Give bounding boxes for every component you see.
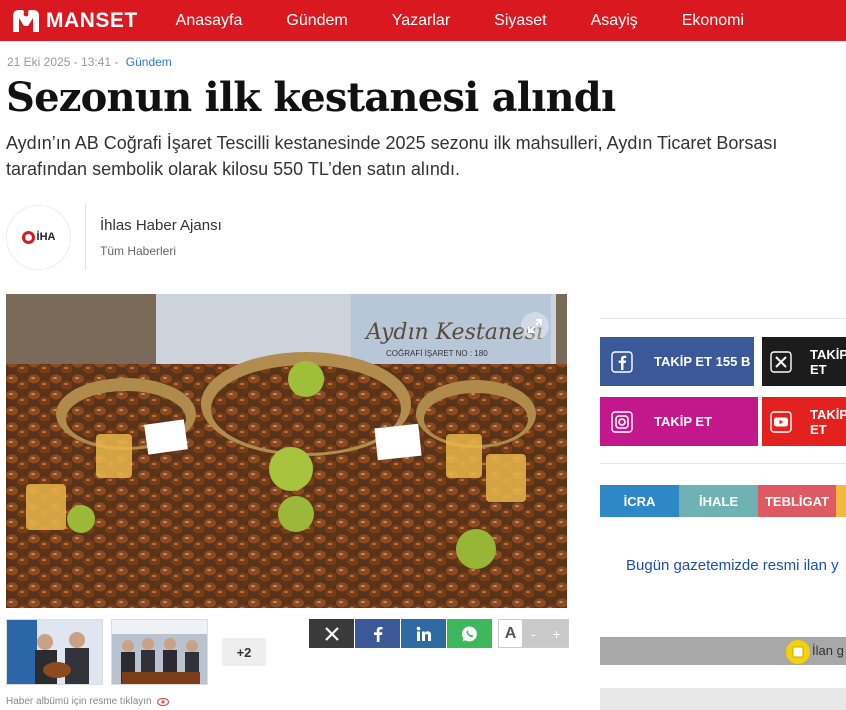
album-hint: Haber albümü için resme tıklayın bbox=[6, 696, 169, 707]
youtube-follow-label: TAKİP ET bbox=[810, 406, 846, 437]
share-bar bbox=[309, 619, 493, 648]
article-title: Sezonun ilk kestanesi alındı bbox=[6, 74, 616, 121]
album-hint-text: Haber albümü için resme tıklayın bbox=[6, 696, 152, 707]
gallery-thumb-image bbox=[112, 620, 207, 684]
facebook-icon bbox=[373, 626, 382, 642]
resmi-ilan-link[interactable]: Bugün gazetemizde resmi ilan y bbox=[626, 557, 839, 574]
font-decrease-button[interactable]: - bbox=[522, 620, 545, 647]
logo-icon bbox=[13, 9, 39, 32]
nav-asayis[interactable]: Asayiş bbox=[591, 12, 638, 30]
font-increase-button[interactable]: + bbox=[545, 620, 568, 647]
tab-icra[interactable]: İCRA bbox=[600, 485, 679, 517]
instagram-follow-button[interactable]: TAKİP ET bbox=[600, 397, 758, 446]
site-logo[interactable]: MANSET bbox=[0, 0, 138, 41]
meta-separator: - bbox=[114, 55, 119, 69]
share-whatsapp-button[interactable] bbox=[447, 619, 492, 648]
more-photos-button[interactable]: +2 bbox=[222, 638, 266, 666]
top-navbar: MANSET Anasayfa Gündem Yazarlar Siyaset … bbox=[0, 0, 846, 41]
sidebar-box bbox=[600, 688, 846, 710]
iha-ring-icon bbox=[21, 230, 35, 244]
youtube-follow-button[interactable]: TAKİP ET bbox=[762, 397, 846, 446]
share-linkedin-button[interactable] bbox=[401, 619, 446, 648]
tab-partial[interactable] bbox=[836, 485, 846, 517]
ilan-badge-icon bbox=[786, 640, 810, 664]
x-icon bbox=[770, 348, 792, 376]
expand-icon bbox=[528, 319, 542, 333]
chestnut-photo: Aydın Kestanesi COĞRAFİ İŞARET NO : 180 bbox=[6, 294, 567, 608]
eye-icon bbox=[156, 697, 169, 706]
main-article-image[interactable]: Aydın Kestanesi COĞRAFİ İŞARET NO : 180 bbox=[6, 294, 567, 608]
nav-gundem[interactable]: Gündem bbox=[286, 12, 347, 30]
share-x-button[interactable] bbox=[309, 619, 354, 648]
gallery-thumb-image bbox=[7, 620, 102, 684]
author-box: İHA İhlas Haber Ajansı Tüm Haberleri bbox=[6, 204, 222, 270]
facebook-icon bbox=[608, 348, 636, 376]
ilan-bar-text: İlan g bbox=[812, 643, 844, 658]
logo-text: MANSET bbox=[46, 8, 138, 32]
tab-ihale[interactable]: İHALE bbox=[679, 485, 758, 517]
gallery-thumb-2[interactable] bbox=[111, 619, 208, 685]
iha-logo: İHA bbox=[21, 230, 56, 244]
x-follow-label: TAKİP ET bbox=[810, 346, 846, 377]
tab-tebligat[interactable]: TEBLİGAT bbox=[758, 485, 836, 517]
article-meta: 21 Eki 2025 - 13:41 - Gündem bbox=[7, 55, 172, 69]
author-name[interactable]: İhlas Haber Ajansı bbox=[100, 217, 222, 234]
sidebar-divider bbox=[600, 318, 846, 319]
instagram-follow-label: TAKİP ET bbox=[654, 414, 713, 429]
iha-logo-text: İHA bbox=[36, 231, 56, 243]
linkedin-icon bbox=[416, 626, 431, 641]
author-divider bbox=[85, 204, 86, 270]
author-info: İhlas Haber Ajansı Tüm Haberleri bbox=[100, 217, 222, 258]
instagram-icon bbox=[608, 408, 636, 436]
article-date: 21 Eki 2025 - 13:41 bbox=[7, 55, 112, 69]
font-size-label: A bbox=[499, 620, 522, 647]
author-all-news-link[interactable]: Tüm Haberleri bbox=[100, 244, 222, 258]
facebook-follow-button[interactable]: TAKİP ET 155 B bbox=[600, 337, 754, 386]
category-link[interactable]: Gündem bbox=[126, 55, 172, 69]
article-summary: Aydın’ın AB Coğrafi İşaret Tescilli kest… bbox=[6, 133, 778, 179]
share-facebook-button[interactable] bbox=[355, 619, 400, 648]
main-nav: Anasayfa Gündem Yazarlar Siyaset Asayiş … bbox=[176, 12, 788, 30]
nav-anasayfa[interactable]: Anasayfa bbox=[176, 12, 243, 30]
x-follow-button[interactable]: TAKİP ET bbox=[762, 337, 846, 386]
author-avatar[interactable]: İHA bbox=[6, 204, 71, 270]
x-icon bbox=[324, 626, 339, 641]
youtube-icon bbox=[770, 408, 792, 436]
gallery-thumb-1[interactable] bbox=[6, 619, 103, 685]
font-size-controls: A - + bbox=[498, 619, 569, 648]
expand-image-button[interactable] bbox=[521, 312, 549, 340]
nav-siyaset[interactable]: Siyaset bbox=[494, 12, 546, 30]
facebook-follow-label: TAKİP ET 155 B bbox=[654, 354, 751, 369]
ilan-tabs: İCRA İHALE TEBLİGAT bbox=[600, 485, 846, 517]
nav-ekonomi[interactable]: Ekonomi bbox=[682, 12, 744, 30]
whatsapp-icon bbox=[461, 625, 477, 641]
sidebar-divider bbox=[600, 463, 846, 464]
nav-yazarlar[interactable]: Yazarlar bbox=[392, 12, 450, 30]
sign-subtitle: COĞRAFİ İŞARET NO : 180 bbox=[386, 349, 488, 358]
sign-title: Aydın Kestanesi bbox=[364, 320, 543, 345]
